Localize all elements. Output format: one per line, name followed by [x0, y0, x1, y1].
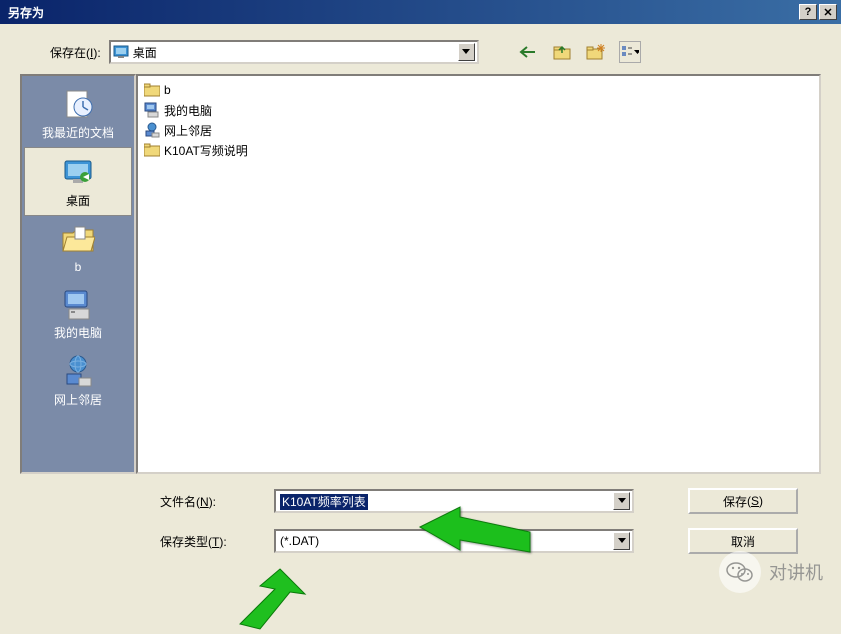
- chevron-down-icon[interactable]: [613, 532, 630, 550]
- lookin-combo[interactable]: 桌面: [109, 40, 479, 64]
- place-label: 我的电脑: [54, 324, 102, 341]
- folder-icon: [144, 82, 160, 98]
- folder-open-icon: [60, 222, 96, 258]
- file-name: b: [164, 83, 171, 97]
- chevron-down-icon[interactable]: [613, 492, 630, 510]
- network-icon: [144, 122, 160, 138]
- place-label: 桌面: [66, 192, 90, 209]
- place-label: 网上邻居: [54, 391, 102, 408]
- recent-documents-icon: [60, 86, 96, 122]
- file-name: K10AT写频说明: [164, 142, 248, 159]
- places-bar: 我最近的文档 桌面 b 我的电脑: [20, 74, 136, 474]
- list-item[interactable]: 网上邻居: [142, 120, 815, 140]
- computer-icon: [60, 286, 96, 322]
- lookin-value: 桌面: [133, 44, 458, 61]
- filetype-combo[interactable]: (*.DAT): [274, 529, 634, 553]
- filename-value: K10AT频率列表: [280, 494, 368, 510]
- nav-toolbar: [517, 41, 641, 63]
- arrow-annotation-filetype: [210, 564, 330, 634]
- dialog-body: 保存在(I): 桌面: [0, 24, 841, 611]
- main-area: 我最近的文档 桌面 b 我的电脑: [20, 74, 821, 474]
- views-button[interactable]: [619, 41, 641, 63]
- file-list-pane[interactable]: b 我的电脑 网上邻居 K10AT写频说明: [136, 74, 821, 474]
- filetype-label: 保存类型(T):: [160, 533, 260, 550]
- filename-input[interactable]: K10AT频率列表: [274, 489, 634, 513]
- desktop-icon: [113, 44, 129, 60]
- place-my-computer[interactable]: 我的电脑: [24, 280, 132, 347]
- place-b-folder[interactable]: b: [24, 216, 132, 280]
- lookin-label: 保存在(I):: [50, 44, 101, 61]
- desktop-icon: [60, 154, 96, 190]
- titlebar: 另存为 ? ✕: [0, 0, 841, 24]
- watermark-text: 对讲机: [769, 559, 823, 585]
- place-desktop[interactable]: 桌面: [24, 147, 132, 216]
- chevron-down-icon[interactable]: [458, 43, 475, 61]
- place-label: b: [75, 260, 82, 274]
- lookin-row: 保存在(I): 桌面: [50, 40, 821, 64]
- folder-icon: [144, 142, 160, 158]
- up-one-level-button[interactable]: [551, 41, 573, 63]
- filename-label: 文件名(N):: [160, 493, 260, 510]
- back-button[interactable]: [517, 41, 539, 63]
- place-recent[interactable]: 我最近的文档: [24, 80, 132, 147]
- save-button[interactable]: 保存(S): [688, 488, 798, 514]
- list-item[interactable]: 我的电脑: [142, 100, 815, 120]
- titlebar-buttons: ? ✕: [799, 4, 837, 20]
- file-name: 网上邻居: [164, 122, 212, 139]
- new-folder-button[interactable]: [585, 41, 607, 63]
- help-button[interactable]: ?: [799, 4, 817, 20]
- filetype-value: (*.DAT): [278, 534, 613, 548]
- window-title: 另存为: [4, 4, 799, 21]
- computer-icon: [144, 102, 160, 118]
- close-button[interactable]: ✕: [819, 4, 837, 20]
- network-icon: [60, 353, 96, 389]
- wechat-icon: [719, 551, 761, 593]
- watermark: 对讲机: [719, 551, 823, 593]
- file-name: 我的电脑: [164, 102, 212, 119]
- filename-row: 文件名(N): K10AT频率列表 保存(S): [160, 488, 821, 514]
- list-item[interactable]: b: [142, 80, 815, 100]
- bottom-area: 文件名(N): K10AT频率列表 保存(S) 保存类型(T): (*.DAT): [160, 488, 821, 554]
- place-label: 我最近的文档: [42, 124, 114, 141]
- place-network[interactable]: 网上邻居: [24, 347, 132, 414]
- list-item[interactable]: K10AT写频说明: [142, 140, 815, 160]
